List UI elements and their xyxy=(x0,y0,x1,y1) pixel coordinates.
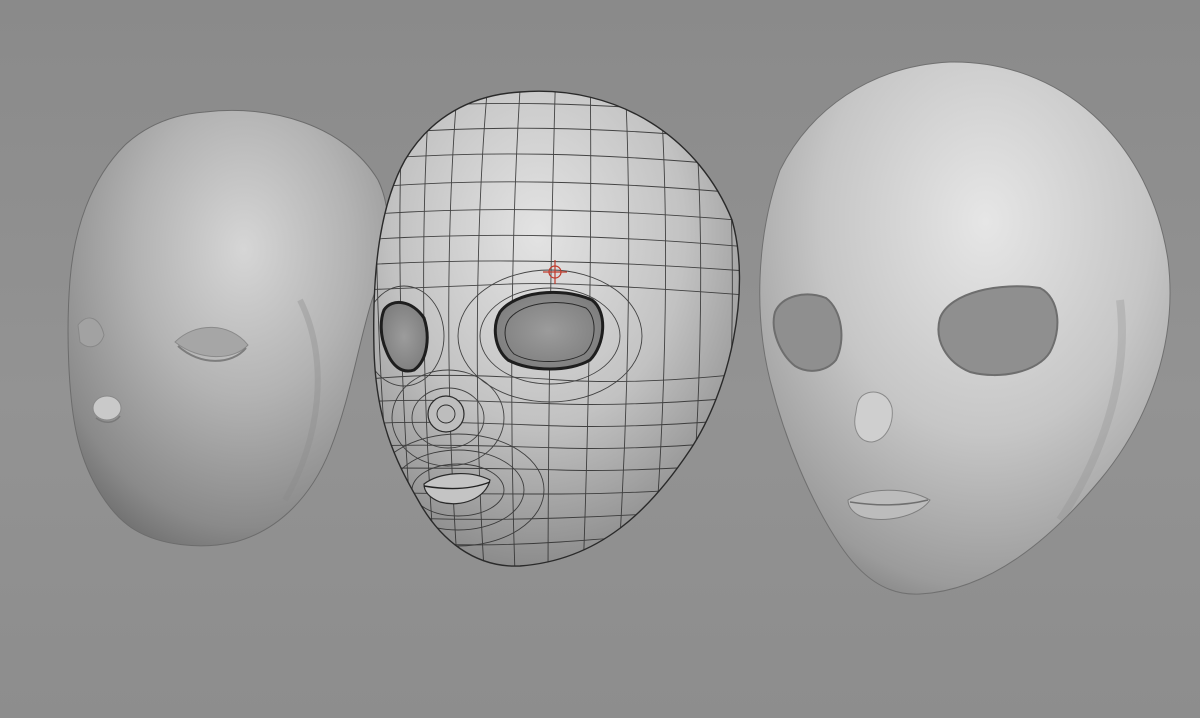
head-model-left[interactable] xyxy=(67,109,389,547)
head-model-center[interactable] xyxy=(360,60,760,600)
head-model-right[interactable] xyxy=(759,61,1171,595)
center-head-eye-right xyxy=(493,290,605,371)
3d-viewport[interactable] xyxy=(0,0,1200,718)
left-head-surface[interactable] xyxy=(67,109,389,547)
left-head-nose xyxy=(92,395,122,421)
viewport-scene[interactable] xyxy=(0,0,1200,718)
center-head-nose xyxy=(427,395,465,433)
right-head-eye-right xyxy=(937,285,1059,376)
